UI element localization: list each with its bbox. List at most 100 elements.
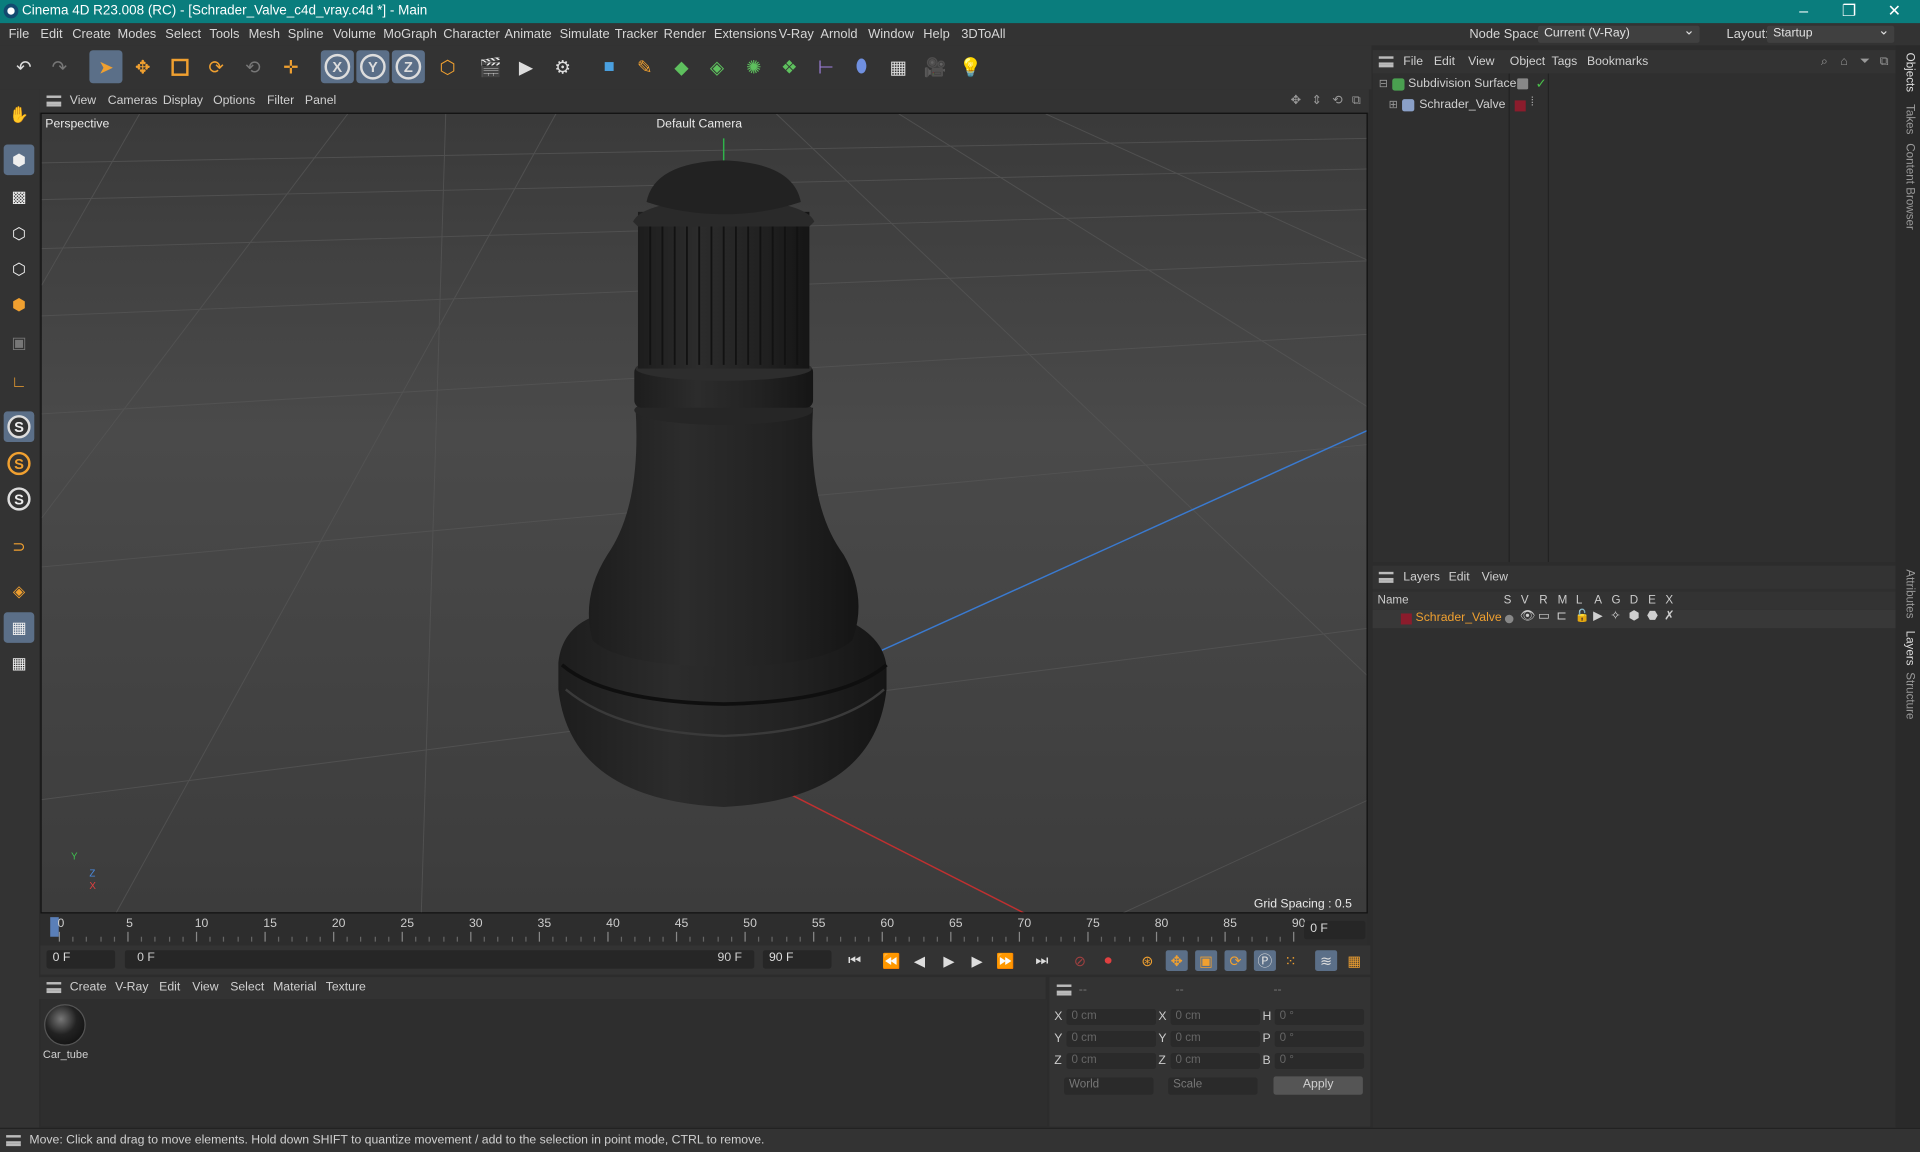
transform-tool-icon[interactable]: ✛ <box>274 50 307 83</box>
render-to-picture-viewer-icon[interactable]: ▶ <box>509 50 542 83</box>
position-z-field[interactable]: 0 cm <box>1066 1053 1156 1069</box>
position-y-field[interactable]: 0 cm <box>1066 1031 1156 1047</box>
material-menu-select[interactable]: Select <box>230 981 264 994</box>
field-icon[interactable]: ⬮ <box>845 50 878 83</box>
material-menu-create[interactable]: Create <box>70 981 107 994</box>
layer-row[interactable]: Schrader_Valve 👁 ▭ ⊏ 🔓 ▶ ✧ ⬢ ⬣ ✗ <box>1372 609 1896 629</box>
enabled-check-icon[interactable]: ✓ <box>1536 76 1547 92</box>
layer-color-swatch[interactable] <box>1400 613 1412 625</box>
material-menu-view[interactable]: View <box>192 981 218 994</box>
rotation-h-field[interactable]: 0 ° <box>1274 1008 1365 1025</box>
previous-frame-icon[interactable]: ◀ <box>909 950 931 971</box>
polygons-mode-icon[interactable]: ⬢ <box>4 289 35 320</box>
move-tool-icon[interactable]: ✥ <box>126 50 159 83</box>
timeline-window-icon[interactable]: ▦ <box>1343 950 1365 971</box>
viewport-menu-icon[interactable] <box>46 95 62 107</box>
camera-icon[interactable]: 🎥 <box>918 50 951 83</box>
axis-mode-icon[interactable]: ∟ <box>4 366 35 397</box>
menu-animate[interactable]: Animate <box>504 27 551 42</box>
layer-name[interactable]: Schrader_Valve <box>1416 611 1502 624</box>
start-frame-field[interactable]: 0 F <box>46 950 116 969</box>
key-position-icon[interactable]: ✥ <box>1165 950 1188 972</box>
object-filter-icon[interactable]: ⏷ <box>1860 55 1870 68</box>
viewport-menu-cameras[interactable]: Cameras <box>108 94 158 107</box>
material-menu-edit[interactable]: Edit <box>159 981 180 994</box>
perspective-viewport[interactable]: Perspective Default Camera Grid Spacing … <box>40 112 1368 914</box>
menu-character[interactable]: Character <box>443 27 499 42</box>
coordinate-mode-dropdown[interactable]: World <box>1064 1077 1154 1095</box>
object-menu-tags[interactable]: Tags <box>1551 55 1577 68</box>
magnet-icon[interactable]: ⊃ <box>4 531 35 562</box>
expand-toggle-icon[interactable]: ⊟ <box>1379 77 1388 90</box>
key-pla-icon[interactable]: ⁙ <box>1280 950 1302 971</box>
node-space-dropdown[interactable]: Current (V-Ray) <box>1537 22 1700 43</box>
restore-button[interactable]: ❐ <box>1826 1 1873 21</box>
tab-objects[interactable]: Objects <box>1903 53 1916 92</box>
material-name[interactable]: Car_tube <box>43 1048 88 1060</box>
menu-select[interactable]: Select <box>165 27 201 42</box>
menu-volume[interactable]: Volume <box>333 27 376 42</box>
keyframe-selection-icon[interactable]: ⊛ <box>1136 950 1158 971</box>
coordinates-menu-icon[interactable] <box>1056 984 1072 996</box>
recent-tools-icon[interactable]: ⟲ <box>236 50 269 83</box>
scale-tool-icon[interactable] <box>163 50 196 83</box>
generator-toggle-icon[interactable]: ✧ <box>1610 610 1620 623</box>
cloner-icon[interactable]: ✺ <box>737 50 770 83</box>
go-to-start-icon[interactable]: ⏮ <box>844 950 866 971</box>
bend-deformer-icon[interactable]: ⊢ <box>809 50 842 83</box>
minimize-button[interactable]: – <box>1780 1 1827 19</box>
object-name[interactable]: Schrader_Valve <box>1419 98 1505 111</box>
rotation-p-field[interactable]: 0 ° <box>1274 1031 1365 1047</box>
redo-icon[interactable]: ↷ <box>43 50 76 83</box>
viewport-move-icon[interactable]: ✥ <box>1291 94 1301 107</box>
rotation-b-field[interactable]: 0 ° <box>1274 1053 1365 1069</box>
material-menu-texture[interactable]: Texture <box>326 981 366 994</box>
object-new-window-icon[interactable]: ⧉ <box>1880 55 1889 68</box>
object-menu-view[interactable]: View <box>1468 55 1494 68</box>
size-y-field[interactable]: 0 cm <box>1170 1031 1261 1047</box>
tab-structure[interactable]: Structure <box>1903 672 1916 719</box>
tab-content-browser[interactable]: Content Browser <box>1903 143 1916 230</box>
viewport-maximize-icon[interactable]: ⧉ <box>1352 94 1361 107</box>
snap-icon[interactable]: S <box>3 411 35 443</box>
menu-mesh[interactable]: Mesh <box>249 27 280 42</box>
layer-color-swatch[interactable] <box>1514 100 1526 112</box>
menu-3dtoall[interactable]: 3DToAll <box>961 27 1005 42</box>
render-view-icon[interactable]: 🎬 <box>474 50 507 83</box>
deformer-toggle-icon[interactable]: ⬢ <box>1629 610 1640 623</box>
material-thumbnail[interactable] <box>44 1004 86 1046</box>
object-row[interactable]: ⊞ Schrader_Valve ⁞ <box>1376 96 1890 116</box>
menu-render[interactable]: Render <box>664 27 706 42</box>
viewport-zoom-icon[interactable]: ⇕ <box>1311 94 1321 107</box>
key-scale-icon[interactable]: ▣ <box>1195 950 1218 972</box>
next-key-icon[interactable]: ⏩ <box>994 950 1016 971</box>
lock-toggle-icon[interactable]: 🔓 <box>1575 610 1590 623</box>
timeline-ruler[interactable]: 0 5 10 15 20 25 30 35 40 45 50 55 60 65 70 75 80 85 90 0 F <box>40 913 1368 946</box>
viewport-menu-filter[interactable]: Filter <box>267 94 294 107</box>
object-name[interactable]: Subdivision Surface <box>1408 77 1516 90</box>
menu-modes[interactable]: Modes <box>118 27 157 42</box>
mograph-icon[interactable]: ❖ <box>773 50 806 83</box>
menu-extensions[interactable]: Extensions <box>714 27 777 42</box>
visibility-dots-icon[interactable]: ⁞ <box>1531 96 1534 109</box>
cube-icon[interactable]: ■ <box>593 50 626 83</box>
current-frame-field[interactable]: 0 F <box>1304 920 1366 940</box>
viewport-menu-options[interactable]: Options <box>213 94 255 107</box>
material-menu-icon[interactable] <box>46 982 62 994</box>
play-icon[interactable]: ▶ <box>938 950 960 971</box>
layer-menu-edit[interactable]: Edit <box>1449 571 1470 584</box>
object-menu-icon[interactable] <box>1378 56 1394 68</box>
object-menu-edit[interactable]: Edit <box>1434 55 1455 68</box>
menu-arnold[interactable]: Arnold <box>820 27 857 42</box>
locked-workplane-icon[interactable]: ▦ <box>4 648 35 679</box>
material-menu-material[interactable]: Material <box>273 981 317 994</box>
z-axis-button[interactable]: Z <box>391 50 425 84</box>
menu-mograph[interactable]: MoGraph <box>383 27 437 42</box>
expression-toggle-icon[interactable]: ⬣ <box>1647 610 1658 623</box>
rotate-tool-icon[interactable]: ⟳ <box>200 50 233 83</box>
layout-dropdown[interactable]: Startup <box>1766 22 1895 43</box>
next-frame-icon[interactable]: ▶ <box>966 950 988 971</box>
workplane-icon[interactable]: ◈ <box>4 576 35 607</box>
menu-spline[interactable]: Spline <box>288 27 324 42</box>
menu-create[interactable]: Create <box>72 27 111 42</box>
